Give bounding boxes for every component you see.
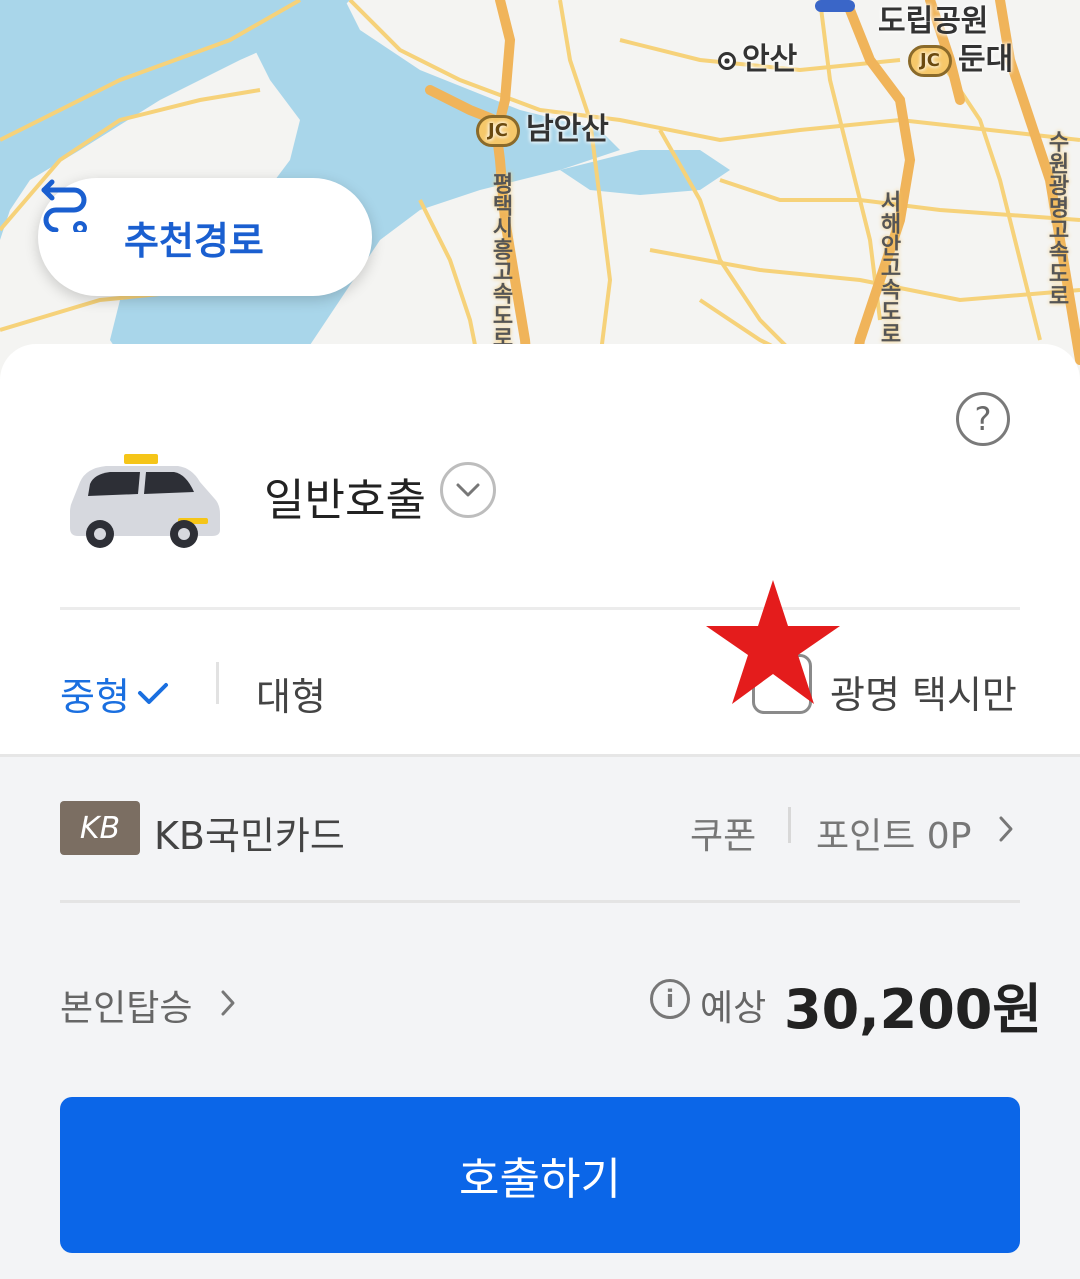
estimated-price: 30,200원 bbox=[784, 978, 1043, 1041]
map-label-namansan-text: 남안산 bbox=[526, 112, 609, 147]
chevron-down-icon[interactable] bbox=[440, 462, 496, 518]
red-star-icon bbox=[706, 580, 840, 704]
recommended-route-button[interactable]: 추천경로 bbox=[38, 178, 372, 296]
map-label-ansan-text: 안산 bbox=[742, 42, 798, 77]
card-name[interactable]: KB국민카드 bbox=[154, 805, 345, 860]
road-label-suwon: 수원광명고속도로 bbox=[1044, 130, 1069, 306]
card-logo-text: KB bbox=[79, 810, 121, 846]
call-mode-label[interactable]: 일반호출 bbox=[264, 464, 426, 528]
divider bbox=[60, 607, 1020, 610]
city-marker-icon bbox=[718, 51, 736, 70]
chevron-right-icon[interactable] bbox=[218, 989, 238, 1017]
road-label-seohaean: 서해안고속도로 bbox=[876, 190, 901, 344]
jc-badge-icon: JC bbox=[908, 44, 952, 77]
info-icon[interactable]: i bbox=[650, 979, 690, 1019]
divider bbox=[60, 900, 1020, 903]
map-label-ansan: 안산 bbox=[718, 34, 797, 78]
size-option-large[interactable]: 대형 bbox=[256, 666, 326, 721]
route-button-label: 추천경로 bbox=[124, 218, 264, 263]
call-button-label: 호출하기 bbox=[459, 1154, 621, 1205]
coupon-button[interactable]: 쿠폰 bbox=[690, 807, 756, 859]
size-medium-label: 중형 bbox=[60, 675, 130, 719]
chevron-right-icon[interactable] bbox=[996, 815, 1016, 843]
call-button[interactable]: 호출하기 bbox=[60, 1097, 1020, 1253]
points-button[interactable]: 포인트 0P bbox=[816, 807, 971, 859]
call-sheet: ? 일반호출 중형 대형 광명 택시만 KB KB국민카드 쿠폰 포인트 0P … bbox=[0, 344, 1080, 1279]
map-view[interactable]: 도립공원 안산 JC 둔대 JC 남안산 평택시흥고속도로 서해안고속도로 수원광명… bbox=[0, 0, 1080, 400]
gwangmyeong-only-label[interactable]: 광명 택시만 bbox=[830, 664, 1017, 719]
road-label-pyeongtaek: 평택시흥고속도로 bbox=[488, 172, 513, 348]
question-icon[interactable]: ? bbox=[956, 392, 1010, 446]
jc-badge-icon: JC bbox=[476, 114, 520, 147]
map-label-dundae-text: 둔대 bbox=[958, 42, 1014, 77]
self-boarding-button[interactable]: 본인탑승 bbox=[60, 979, 192, 1031]
payment-separator bbox=[788, 807, 791, 843]
estimate-label: 예상 bbox=[700, 988, 767, 1029]
kb-card-logo: KB bbox=[60, 801, 140, 855]
map-label-dundae: JC 둔대 bbox=[908, 34, 1013, 78]
taxi-icon bbox=[70, 454, 220, 548]
map-label-namansan: JC 남안산 bbox=[476, 104, 609, 148]
route-icon bbox=[41, 179, 87, 232]
check-icon bbox=[137, 682, 168, 704]
size-option-medium[interactable]: 중형 bbox=[60, 666, 170, 721]
payment-area: KB KB국민카드 쿠폰 포인트 0P 본인탑승 i 예상 30,200원 호출… bbox=[0, 754, 1080, 1279]
size-separator bbox=[216, 662, 219, 704]
